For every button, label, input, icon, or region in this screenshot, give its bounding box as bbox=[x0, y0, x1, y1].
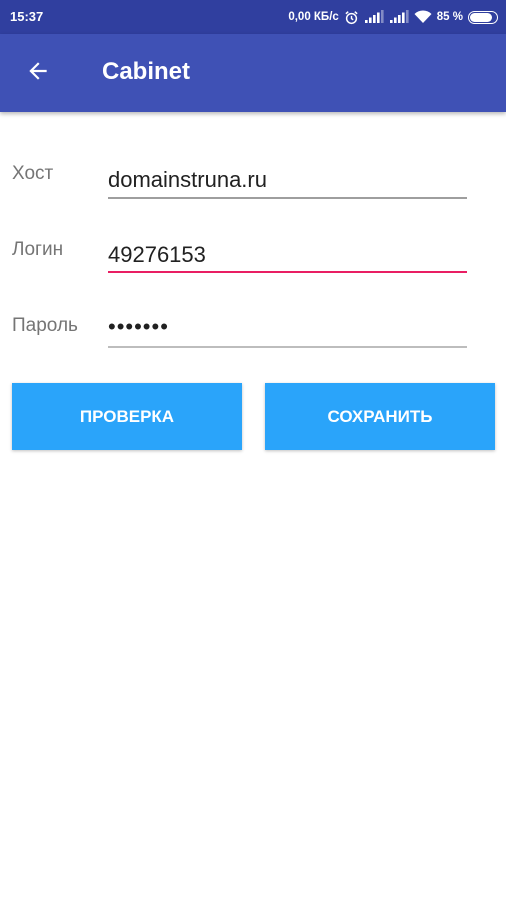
login-underline bbox=[108, 271, 467, 273]
host-field[interactable] bbox=[108, 162, 467, 198]
status-icons: 0,00 КБ/с 85 % bbox=[288, 7, 498, 27]
wifi-icon bbox=[414, 10, 432, 24]
battery-fill bbox=[470, 12, 492, 22]
host-label: Хост bbox=[12, 163, 54, 184]
signal-icon bbox=[364, 10, 384, 24]
battery-icon bbox=[468, 10, 498, 24]
alarm-icon bbox=[344, 10, 359, 25]
password-underline bbox=[108, 346, 467, 348]
status-time: 15:37 bbox=[10, 9, 44, 24]
check-button[interactable]: ПРОВЕРКА bbox=[12, 383, 242, 450]
status-bar: 15:37 0,00 КБ/с 85 % bbox=[0, 0, 506, 34]
page-title: Cabinet bbox=[102, 58, 191, 85]
network-speed: 0,00 КБ/с bbox=[288, 11, 339, 23]
save-button[interactable]: СОХРАНИТЬ bbox=[265, 383, 495, 450]
arrow-left-icon bbox=[25, 58, 51, 89]
login-field[interactable] bbox=[108, 237, 467, 273]
login-label: Логин bbox=[12, 239, 64, 260]
password-label: Пароль bbox=[12, 315, 78, 336]
app-bar: Cabinet bbox=[0, 34, 506, 112]
battery-percent: 85 % bbox=[436, 11, 463, 23]
password-field[interactable] bbox=[108, 309, 467, 345]
signal-icon bbox=[389, 10, 409, 24]
host-underline bbox=[108, 197, 467, 199]
back-button[interactable] bbox=[14, 49, 62, 97]
